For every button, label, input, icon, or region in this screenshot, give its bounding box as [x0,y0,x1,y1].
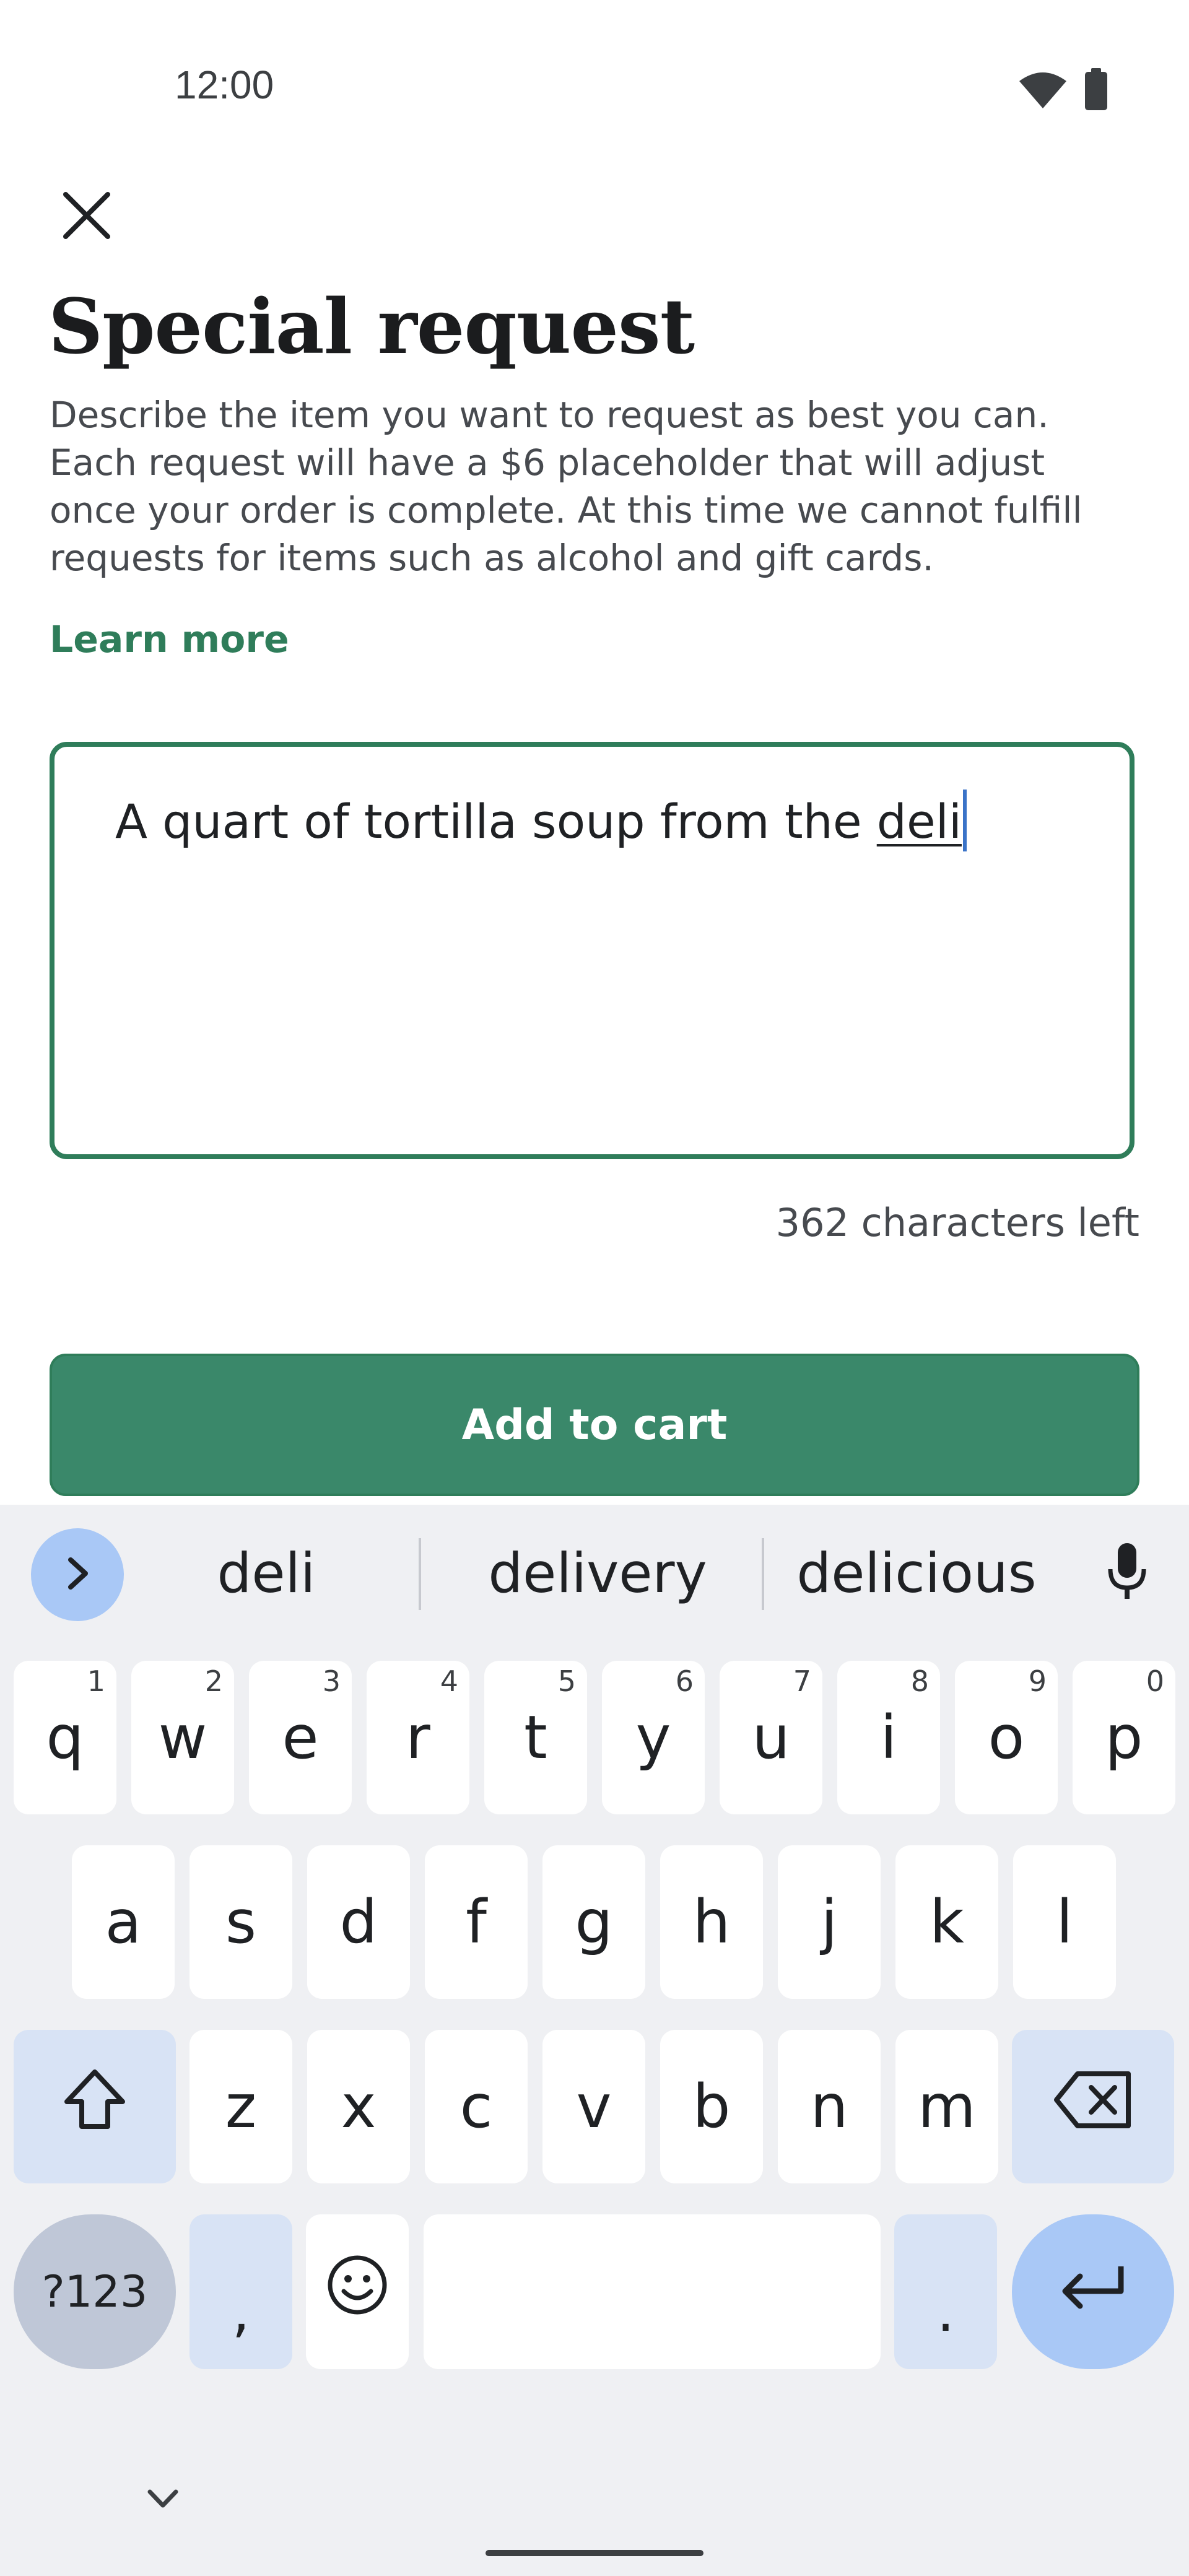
key-number-hint: 2 [204,1664,223,1698]
chevron-down-icon [141,2489,185,2517]
key-number-hint: 5 [557,1664,576,1698]
microphone-icon [1105,1541,1149,1605]
key-a[interactable]: a [72,1845,175,1999]
suggestion-divider [762,1538,764,1610]
key-label: i [880,1703,897,1772]
key-label: t [524,1703,547,1772]
backspace-key[interactable] [1012,2030,1174,2183]
key-v[interactable]: v [542,2030,645,2183]
suggestion-2[interactable]: delivery [433,1536,762,1610]
key-number-hint: 0 [1146,1664,1164,1698]
key-n[interactable]: n [778,2030,881,2183]
voice-input-button[interactable] [1096,1539,1158,1607]
enter-icon [1059,2257,1127,2326]
backspace-icon [1053,2069,1133,2145]
key-g[interactable]: g [542,1845,645,1999]
key-number-hint: 3 [322,1664,341,1698]
suggestions-expand-button[interactable] [31,1528,124,1621]
key-j[interactable]: j [778,1845,881,1999]
chevron-right-icon [62,1555,93,1595]
key-t[interactable]: t5 [484,1661,587,1814]
key-w[interactable]: w2 [131,1661,234,1814]
key-f[interactable]: f [425,1845,528,1999]
key-number-hint: 7 [793,1664,811,1698]
key-label: r [406,1703,430,1772]
key-label: q [46,1703,84,1772]
add-to-cart-button[interactable]: Add to cart [50,1354,1139,1496]
status-time: 12:00 [175,63,274,107]
key-l[interactable]: l [1013,1845,1116,1999]
shift-key[interactable] [14,2030,176,2183]
key-z[interactable]: z [189,2030,292,2183]
key-number-hint: 9 [1028,1664,1047,1698]
request-text-current-word: deli [876,794,962,849]
key-label: w [158,1703,207,1772]
suggestion-divider [419,1538,421,1610]
hide-keyboard-button[interactable] [141,2483,185,2514]
key-h[interactable]: h [660,1845,763,1999]
key-y[interactable]: y6 [602,1661,705,1814]
text-caret [962,790,967,851]
suggestion-3[interactable]: delicious [774,1536,1059,1610]
key-number-hint: 1 [87,1664,105,1698]
key-number-hint: 4 [440,1664,458,1698]
wifi-icon [1018,70,1068,112]
key-s[interactable]: s [189,1845,292,1999]
key-p[interactable]: p0 [1073,1661,1175,1814]
key-q[interactable]: q1 [14,1661,116,1814]
key-b[interactable]: b [660,2030,763,2183]
close-icon [62,191,111,243]
key-label: o [988,1703,1025,1772]
request-text-prefix: A quart of tortilla soup from the [115,794,877,849]
request-text-value: A quart of tortilla soup from the deli [115,790,967,851]
comma-key[interactable]: , [189,2214,292,2369]
key-label: y [635,1703,671,1772]
status-icons [1018,68,1108,114]
key-i[interactable]: i8 [837,1661,940,1814]
key-o[interactable]: o9 [955,1661,1058,1814]
key-e[interactable]: e3 [249,1661,352,1814]
key-c[interactable]: c [425,2030,528,2183]
key-label: u [752,1703,790,1772]
shift-icon [61,2066,129,2148]
space-bar[interactable] [424,2214,881,2369]
key-d[interactable]: d [307,1845,410,1999]
add-to-cart-label: Add to cart [461,1400,728,1450]
characters-left-counter: 362 characters left [775,1200,1139,1245]
home-gesture-bar[interactable] [486,2550,703,2556]
key-m[interactable]: m [895,2030,998,2183]
key-r[interactable]: r4 [367,1661,469,1814]
key-label: p [1105,1703,1143,1772]
key-number-hint: 8 [910,1664,929,1698]
key-number-hint: 6 [675,1664,694,1698]
key-x[interactable]: x [307,2030,410,2183]
suggestion-1[interactable]: deli [142,1536,390,1610]
learn-more-link[interactable]: Learn more [50,618,289,661]
key-u[interactable]: u7 [720,1661,822,1814]
page-title: Special request [48,282,695,371]
enter-key[interactable] [1012,2214,1174,2369]
battery-icon [1084,68,1108,114]
key-label: e [282,1703,319,1772]
symbols-key[interactable]: ?123 [14,2214,176,2369]
description-text: Describe the item you want to request as… [50,394,1082,579]
key-k[interactable]: k [895,1845,998,1999]
period-key[interactable]: . [894,2214,997,2369]
close-button[interactable] [50,180,124,254]
emoji-key[interactable] [306,2214,409,2369]
emoji-icon [326,2254,388,2330]
